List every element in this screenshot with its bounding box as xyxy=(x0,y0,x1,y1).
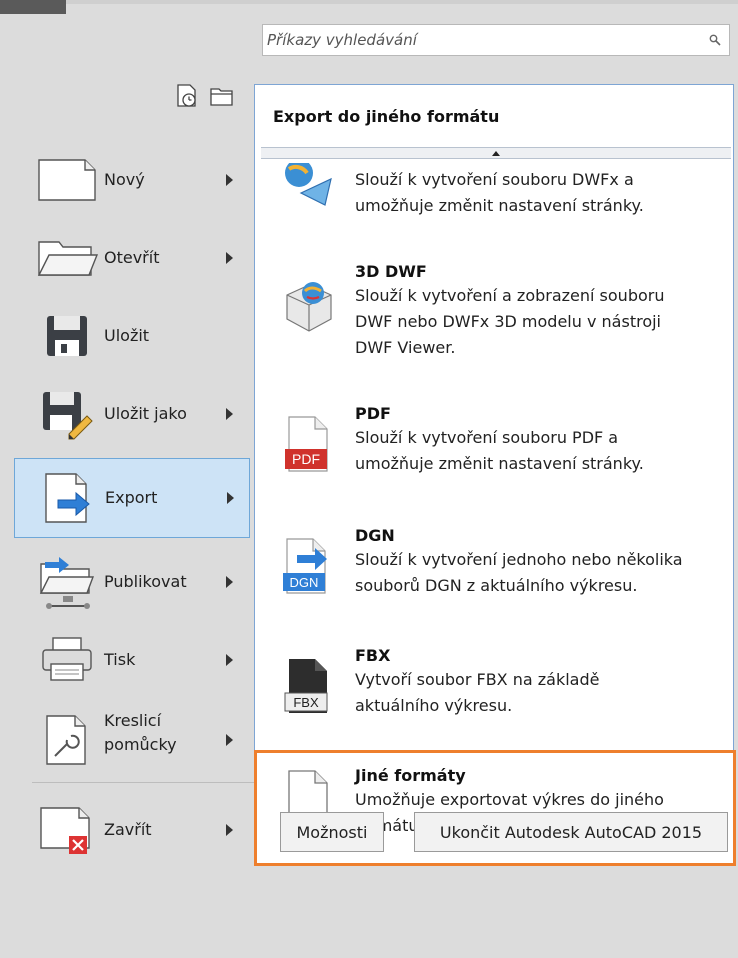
open-folder-icon xyxy=(34,228,100,288)
menu-divider xyxy=(32,782,264,783)
recent-documents-button[interactable] xyxy=(172,84,204,112)
save-disk-icon xyxy=(34,306,100,366)
export-item-text: PDF Slouží k vytvoření souboru PDF a umo… xyxy=(355,403,725,477)
search-input[interactable] xyxy=(267,31,667,49)
export-item-name: DGN xyxy=(355,526,395,545)
recent-documents-icon xyxy=(175,83,201,113)
export-item-text: DGN Slouží k vytvoření jednoho nebo něko… xyxy=(355,525,725,599)
menu-item-save-as[interactable]: Uložit jako xyxy=(14,374,250,454)
dgn-icon: DGN xyxy=(281,537,335,595)
menu-item-label: Otevřít xyxy=(104,248,160,267)
menu-item-label-line1: Kreslicí xyxy=(104,711,162,730)
search-box[interactable] xyxy=(262,24,730,56)
export-item-description: DWF nebo DWFx 3D modelu v nástroji xyxy=(355,312,661,331)
menu-item-save[interactable]: Uložit xyxy=(14,296,250,376)
export-item-name: FBX xyxy=(355,646,391,665)
menu-item-new[interactable]: Nový xyxy=(14,140,250,220)
export-item-text: 3D DWF Slouží k vytvoření a zobrazení so… xyxy=(355,261,725,361)
exit-autocad-button[interactable]: Ukončit Autodesk AutoCAD 2015 xyxy=(414,812,728,852)
publish-icon xyxy=(34,552,100,612)
menu-item-label: Zavřít xyxy=(104,820,152,839)
export-item-description: umožňuje změnit nastavení stránky. xyxy=(355,454,644,473)
application-menu-corner[interactable] xyxy=(0,0,66,14)
submenu-arrow-icon xyxy=(226,174,233,186)
open-documents-button[interactable] xyxy=(206,84,238,112)
submenu-arrow-icon xyxy=(226,824,233,836)
pdf-icon: PDF xyxy=(281,415,335,473)
export-item-description: DWF Viewer. xyxy=(355,338,456,357)
export-item-text: FBX Vytvoří soubor FBX na základě aktuál… xyxy=(355,645,725,719)
export-item-description: umožňuje změnit nastavení stránky. xyxy=(355,196,644,215)
menu-item-label: Uložit xyxy=(104,326,150,345)
open-documents-icon xyxy=(209,83,235,113)
menu-item-close[interactable]: Zavřít xyxy=(14,790,250,870)
export-item-name: Jiné formáty xyxy=(355,766,466,785)
export-item-dwfx[interactable]: Slouží k vytvoření souboru DWFx a umožňu… xyxy=(255,159,735,229)
dgn-icon-label: DGN xyxy=(290,575,319,590)
options-button[interactable]: Možnosti xyxy=(280,812,384,852)
menu-item-export[interactable]: Export xyxy=(14,458,250,538)
export-item-name: PDF xyxy=(355,404,391,423)
export-item-description: Vytvoří soubor FBX na základě xyxy=(355,670,600,689)
panel-title: Export do jiného formátu xyxy=(273,107,500,126)
top-strip xyxy=(0,0,738,4)
fbx-icon-label: FBX xyxy=(293,695,319,710)
recent-documents-toolbar xyxy=(172,84,238,112)
close-document-icon xyxy=(34,800,100,860)
export-item-description: aktuálního výkresu. xyxy=(355,696,513,715)
export-item-dgn[interactable]: DGN DGN Slouží k vytvoření jednoho nebo … xyxy=(255,525,735,615)
submenu-arrow-icon xyxy=(226,576,233,588)
new-document-icon xyxy=(34,150,100,210)
menu-item-label: Nový xyxy=(104,170,145,189)
menu-item-open[interactable]: Otevřít xyxy=(14,218,250,298)
export-submenu-panel: Export do jiného formátu Slouží k vytvoř… xyxy=(254,84,734,864)
menu-item-label: Uložit jako xyxy=(104,404,187,423)
3d-dwf-icon xyxy=(281,277,335,335)
export-item-description: Slouží k vytvoření souboru DWFx a xyxy=(355,170,634,189)
submenu-arrow-icon xyxy=(226,654,233,666)
export-item-pdf[interactable]: PDF PDF Slouží k vytvoření souboru PDF a… xyxy=(255,403,735,493)
search-icon[interactable] xyxy=(709,33,723,47)
submenu-arrow-icon xyxy=(226,408,233,420)
drawing-utilities-icon xyxy=(34,710,100,770)
menu-item-label: Export xyxy=(105,488,158,507)
print-icon xyxy=(34,630,100,690)
submenu-arrow-icon xyxy=(226,252,233,264)
export-item-description: Slouží k vytvoření jednoho nebo několika xyxy=(355,550,683,569)
export-item-description: Umožňuje exportovat výkres do jiného xyxy=(355,790,664,809)
scroll-up-arrow-icon xyxy=(492,150,500,156)
menu-item-label: Tisk xyxy=(104,650,136,669)
menu-item-print[interactable]: Tisk xyxy=(14,620,250,700)
save-as-icon xyxy=(34,384,100,444)
menu-item-label-line2: pomůcky xyxy=(104,735,177,754)
export-item-name: 3D DWF xyxy=(355,262,427,281)
fbx-icon: FBX xyxy=(281,657,335,715)
dwfx-icon xyxy=(281,159,335,221)
submenu-arrow-icon xyxy=(226,734,233,746)
export-icon xyxy=(35,468,101,528)
scroll-up-button[interactable] xyxy=(261,147,731,159)
menu-item-label: Publikovat xyxy=(104,572,187,591)
menu-item-publish[interactable]: Publikovat xyxy=(14,542,250,622)
pdf-icon-label: PDF xyxy=(292,451,320,467)
export-item-fbx[interactable]: FBX FBX Vytvoří soubor FBX na základě ak… xyxy=(255,645,735,735)
export-item-3d-dwf[interactable]: 3D DWF Slouží k vytvoření a zobrazení so… xyxy=(255,261,735,371)
export-item-description: souborů DGN z aktuálního výkresu. xyxy=(355,576,638,595)
export-item-description: Slouží k vytvoření a zobrazení souboru xyxy=(355,286,665,305)
menu-item-drawing-utilities[interactable]: Kreslicí pomůcky xyxy=(14,700,250,780)
submenu-arrow-icon xyxy=(227,492,234,504)
export-item-text: Slouží k vytvoření souboru DWFx a umožňu… xyxy=(355,167,725,219)
export-item-description: Slouží k vytvoření souboru PDF a xyxy=(355,428,619,447)
